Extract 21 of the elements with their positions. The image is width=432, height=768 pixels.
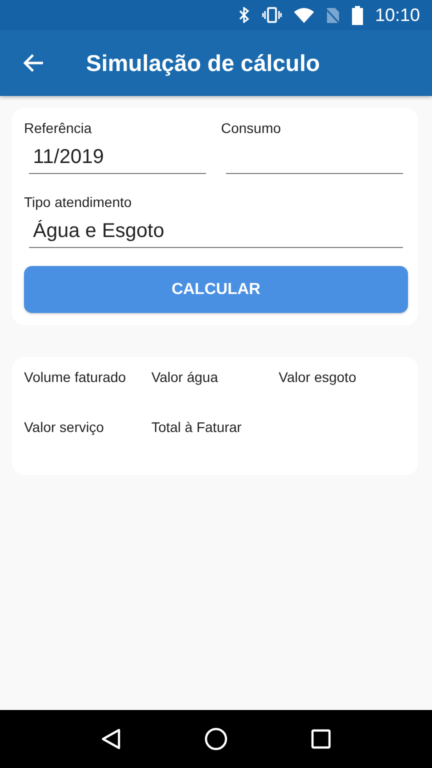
- result-label: Volume faturado: [24, 369, 127, 385]
- back-icon[interactable]: [101, 728, 122, 750]
- input-field[interactable]: Água e Esgoto: [29, 216, 403, 248]
- status-time: 10:10: [374, 4, 420, 26]
- home-icon[interactable]: [204, 727, 228, 751]
- vibrate-icon: [262, 7, 282, 23]
- result-label: Valor água: [151, 369, 220, 385]
- battery-icon: [352, 6, 363, 24]
- result-label: Valor esgoto: [278, 369, 358, 385]
- screen-title: Simulação de cálculo: [86, 50, 320, 76]
- no-sim-icon: [326, 6, 340, 24]
- bluetooth-icon: [238, 7, 250, 23]
- wifi-icon: [294, 8, 314, 22]
- result-label: Valor serviço: [24, 419, 105, 435]
- input-field[interactable]: 11/2019: [29, 142, 206, 174]
- result-label: Total à Faturar: [151, 419, 243, 435]
- recents-icon[interactable]: [310, 729, 331, 749]
- back-button[interactable]: [22, 52, 44, 74]
- field-label: Consumo: [221, 120, 282, 136]
- field-label: Referência: [24, 120, 93, 136]
- field-label: Tipo atendimento: [24, 194, 133, 210]
